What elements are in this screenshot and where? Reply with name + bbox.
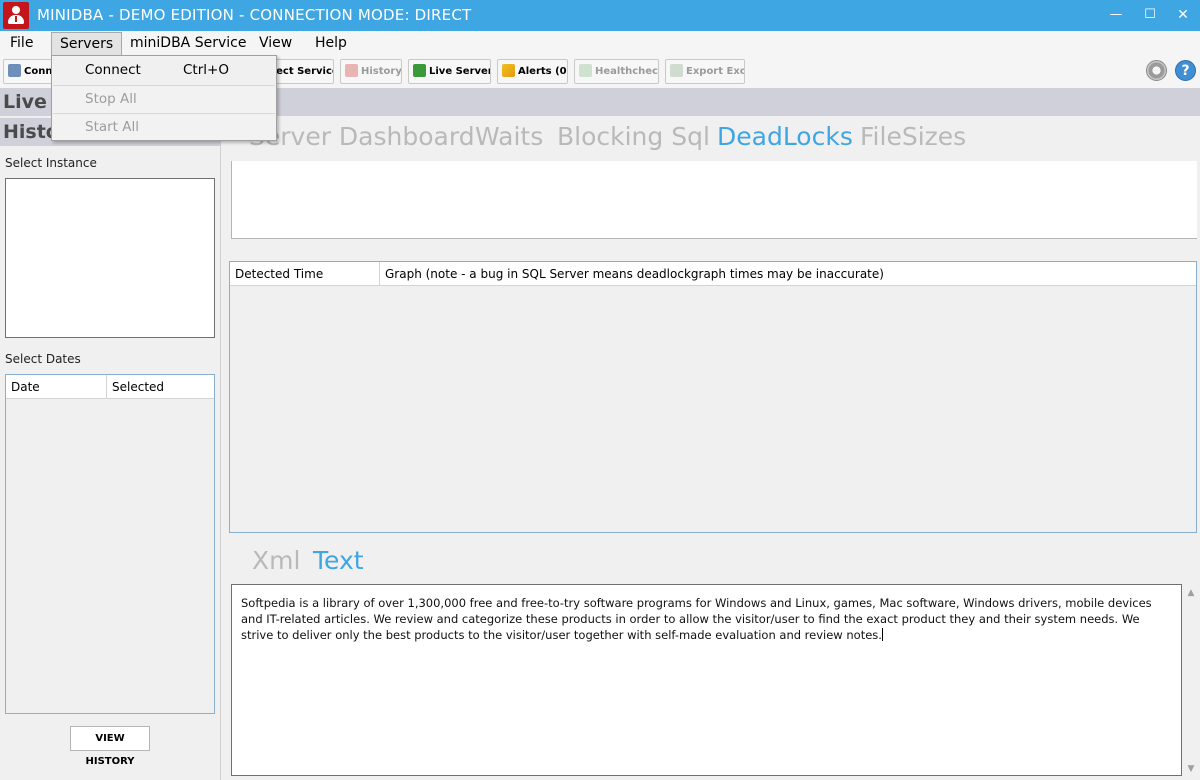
excel-icon [670,64,683,77]
calendar-icon [345,64,358,77]
connect-button[interactable]: Conn [3,59,57,84]
tab-filesizes[interactable]: FileSizes [860,122,966,151]
maximize-button[interactable]: ☐ [1140,6,1160,24]
date-column-header[interactable]: Date [6,375,107,399]
gear-icon[interactable] [1146,60,1167,81]
healthcheck-button[interactable]: Healthcheck [574,59,659,84]
menu-bar: File Servers miniDBA Service View Help [0,31,1200,56]
select-instance-label: Select Instance [5,156,97,170]
minimize-button[interactable]: — [1106,6,1126,24]
tab-deadlocks[interactable]: DeadLocks [717,122,853,151]
tab-server-dashboard[interactable]: Server Dashboard [249,122,475,151]
warning-icon [502,64,515,77]
scroll-up-arrow-icon[interactable]: ▲ [1184,588,1198,600]
menu-item-stop-all[interactable]: Stop All [53,86,275,113]
tab-blocking-sql[interactable]: Blocking Sql [557,122,710,151]
alerts-button[interactable]: Alerts (0) [497,59,568,84]
tab-waits[interactable]: Waits [475,122,543,151]
title-bar: MINIDBA - DEMO EDITION - CONNECTION MODE… [0,0,1200,31]
app-logo-icon [3,2,29,29]
subtab-text[interactable]: Text [313,546,364,575]
menu-item-start-all[interactable]: Start All [53,114,275,141]
export-excel-button[interactable]: Export Excel [665,59,745,84]
sidebar: Live S Histo Select Instance Select Date… [0,88,221,780]
select-dates-label: Select Dates [5,352,81,366]
help-icon[interactable]: ? [1175,60,1196,81]
instance-list[interactable] [5,178,215,338]
menu-help[interactable]: Help [307,32,355,55]
deadlock-text-box[interactable]: Softpedia is a library of over 1,300,000… [231,584,1182,776]
menu-minidba-service[interactable]: miniDBA Service [122,32,254,55]
servers-dropdown-menu: Connect Ctrl+O Stop All Start All [51,55,277,141]
text-caret [881,628,883,641]
menu-file[interactable]: File [2,32,41,55]
menu-item-connect[interactable]: Connect Ctrl+O [53,57,275,84]
subtab-xml[interactable]: Xml [252,546,300,575]
deadlock-text: Softpedia is a library of over 1,300,000… [241,596,1152,642]
main-banner [222,88,1200,116]
selected-column-header[interactable]: Selected [107,375,214,399]
scroll-down-arrow-icon[interactable]: ▼ [1184,764,1198,776]
deadlock-graph-area [231,161,1197,239]
history-button[interactable]: History [340,59,402,84]
menu-servers[interactable]: Servers [51,32,123,55]
tab-bar: Server Dashboard Waits Blocking Sql Dead… [222,116,1200,161]
connect-icon [8,64,21,77]
healthcheck-icon [579,64,592,77]
detected-time-column-header[interactable]: Detected Time [230,262,380,286]
menu-view[interactable]: View [251,32,300,55]
connect-shortcut: Ctrl+O [183,62,229,78]
window-title: MINIDBA - DEMO EDITION - CONNECTION MODE… [37,6,472,24]
close-button[interactable]: ✕ [1173,6,1193,24]
deadlocks-grid[interactable]: Detected Time Graph (note - a bug in SQL… [229,261,1197,533]
view-history-button[interactable]: VIEW HISTORY [70,726,150,767]
live-servers-icon [413,64,426,77]
live-servers-button[interactable]: Live Servers [408,59,491,84]
graph-column-header[interactable]: Graph (note - a bug in SQL Server means … [380,262,1196,286]
dates-grid[interactable]: Date Selected [5,374,215,714]
main-panel: Server Dashboard Waits Blocking Sql Dead… [222,88,1200,780]
